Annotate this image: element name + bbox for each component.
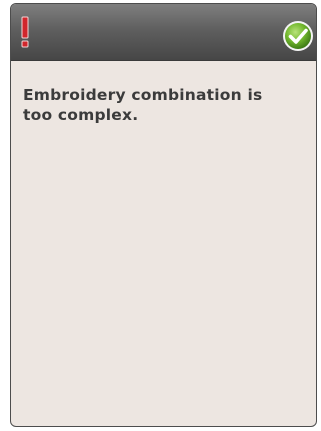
dialog-title-bar xyxy=(11,4,316,61)
confirm-button[interactable] xyxy=(282,20,314,52)
error-dialog: Embroidery combination is too complex. xyxy=(10,3,317,427)
exclamation-icon xyxy=(21,16,29,48)
dialog-message: Embroidery combination is too complex. xyxy=(23,86,263,124)
